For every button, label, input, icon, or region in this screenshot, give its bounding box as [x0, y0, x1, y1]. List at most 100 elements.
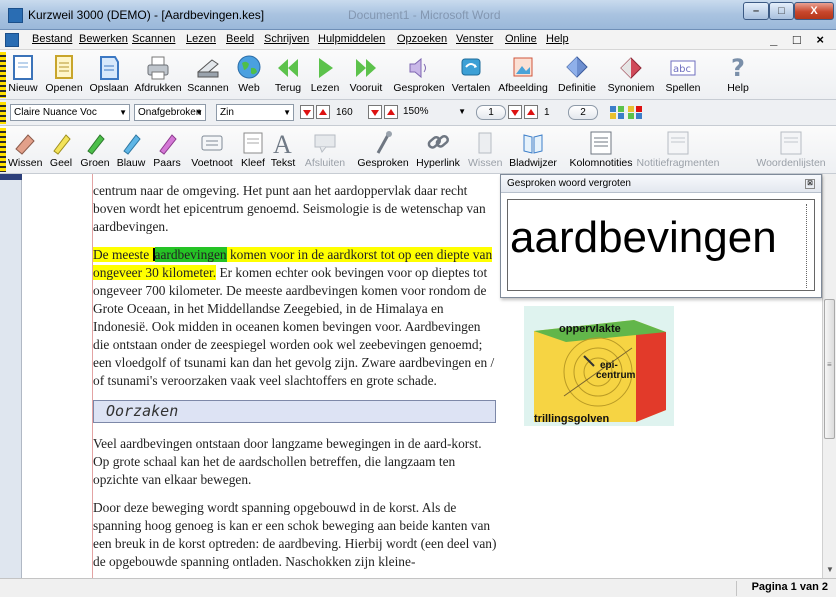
new-button[interactable]: Nieuw — [8, 52, 38, 98]
image-button[interactable]: Afbeelding — [496, 52, 550, 98]
purple-highlight-button[interactable]: Paars — [150, 127, 184, 173]
vertical-scrollbar[interactable]: ≡ ▼ — [822, 174, 836, 578]
menu-opzoeken[interactable]: Opzoeken — [397, 33, 447, 45]
close-note-button[interactable]: Afsluiten — [300, 127, 350, 173]
zoom-select[interactable]: 150% ▼ — [400, 104, 468, 121]
menu-bewerken[interactable]: Bewerken — [79, 33, 128, 45]
step-value: 1 — [544, 107, 550, 118]
menu-venster[interactable]: Venster — [456, 33, 493, 45]
bookmark-button[interactable]: Bladwijzer — [506, 127, 560, 173]
menu-scannen[interactable]: Scannen — [132, 33, 175, 45]
open-button[interactable]: Openen — [44, 52, 84, 98]
reading-unit-select[interactable]: Zin ▼ — [216, 104, 294, 121]
close-button[interactable]: X — [794, 2, 834, 20]
popup-close-button[interactable]: ⊠ — [805, 179, 815, 189]
text-note-button[interactable]: A Tekst — [268, 127, 298, 173]
paragraph: Veel aardbevingen ontstaan door langzame… — [93, 436, 482, 487]
reading-mode-select[interactable]: Onafgebroken ▼ — [134, 104, 206, 121]
popup-title: Gesproken woord vergroten — [501, 175, 821, 193]
paragraph: Door deze beweging wordt spanning opgebo… — [93, 500, 497, 569]
printer-icon — [147, 56, 169, 80]
clear-notes-button[interactable]: Wissen — [468, 127, 502, 173]
chevron-down-icon: ▼ — [458, 107, 466, 116]
reading-toolbar: Claire Nuance Voc ▼ Onafgebroken ▼ Zin ▼ 16… — [0, 100, 836, 126]
zoom-in-button[interactable] — [384, 105, 398, 119]
open-document-icon — [55, 55, 73, 79]
document-text[interactable]: centrum naar de omgeving. Het punt aan h… — [93, 182, 498, 581]
diagram-label-centrum: centrum — [596, 370, 636, 381]
eraser-icon — [15, 134, 35, 155]
maximize-button[interactable]: □ — [769, 2, 794, 20]
word-list-button[interactable]: Woordenlijsten — [756, 127, 826, 173]
document-icon[interactable] — [5, 33, 19, 47]
zoom-out-button[interactable] — [368, 105, 382, 119]
step-up-button[interactable] — [524, 105, 538, 119]
menu-schrijven[interactable]: Schrijven — [264, 33, 309, 45]
background-window-title: Document1 - Microsoft Word — [348, 8, 501, 22]
spell-button[interactable]: abc Spellen — [662, 52, 704, 98]
scroll-down-arrow[interactable]: ▼ — [826, 565, 834, 574]
menu-online[interactable]: Online — [505, 33, 537, 45]
menu-lezen[interactable]: Lezen — [186, 33, 216, 45]
minimize-button[interactable]: – — [743, 2, 769, 20]
sticky-note-button[interactable]: Kleef — [238, 127, 268, 173]
footnote-button[interactable]: Voetnoot — [188, 127, 236, 173]
title-bar: Kurzweil 3000 (DEMO) - [Aardbevingen.kes… — [0, 0, 836, 30]
green-highlight-button[interactable]: Groen — [78, 127, 112, 173]
scrollbar-thumb[interactable]: ≡ — [824, 299, 835, 439]
study-toolbar: Wissen Geel Groen Blauw Paars Voetnoot K… — [0, 126, 836, 174]
back-button[interactable]: Terug — [272, 52, 304, 98]
voice-select[interactable]: Claire Nuance Voc ▼ — [10, 104, 130, 121]
help-button[interactable]: ? Help — [724, 52, 752, 98]
column-notes-button[interactable]: Kolomnotities — [566, 127, 636, 173]
current-word-highlight: aardbevingen — [154, 247, 227, 262]
voice-note-icon — [376, 131, 392, 154]
hyperlink-button[interactable]: Hyperlink — [414, 127, 462, 173]
synonym-button[interactable]: Synoniem — [604, 52, 658, 98]
note-fragments-button[interactable]: Notitiefragmenten — [636, 127, 720, 173]
blue-highlight-button[interactable]: Blauw — [114, 127, 148, 173]
menu-bestand[interactable]: Bestand — [32, 33, 72, 45]
app-icon[interactable] — [8, 8, 23, 23]
step-field-1[interactable]: 1 — [476, 105, 506, 120]
chevron-down-icon: ▼ — [119, 108, 127, 117]
voice-note-button[interactable]: Gesproken — [356, 127, 410, 173]
erase-button[interactable]: Wissen — [8, 127, 42, 173]
menu-help[interactable]: Help — [546, 33, 569, 45]
speed-down-button[interactable] — [300, 105, 314, 119]
step-field-2[interactable]: 2 — [568, 105, 598, 120]
window-title: Kurzweil 3000 (DEMO) - [Aardbevingen.kes… — [28, 8, 265, 22]
chevron-down-icon: ▼ — [195, 108, 203, 117]
forward-button[interactable]: Vooruit — [346, 52, 386, 98]
save-button[interactable]: Opslaan — [88, 52, 130, 98]
enlarged-word-panel: aardbevingen — [507, 199, 815, 291]
layout-icon[interactable] — [610, 106, 624, 119]
menu-hulpmiddelen[interactable]: Hulpmiddelen — [318, 33, 385, 45]
spoken-button[interactable]: Gesproken — [392, 52, 446, 98]
scanner-icon — [197, 59, 219, 78]
earthquake-diagram[interactable]: oppervlakte epi- centrum trillingsgolven — [524, 306, 674, 426]
step-down-button[interactable] — [508, 105, 522, 119]
enlarged-word: aardbevingen — [510, 213, 777, 262]
web-button[interactable]: Web — [234, 52, 264, 98]
diagram-label-waves: trillingsgolven — [534, 413, 609, 425]
toolbar-grip[interactable] — [0, 52, 6, 98]
translate-button[interactable]: Vertalen — [448, 52, 494, 98]
toolbar-grip[interactable] — [0, 102, 6, 124]
left-margin-strip — [0, 174, 22, 578]
status-bar: Pagina 1 van 2 — [0, 578, 836, 597]
blue-highlighter-icon — [123, 134, 141, 155]
definition-button[interactable]: Definitie — [554, 52, 600, 98]
toolbar-grip[interactable] — [0, 128, 6, 172]
scan-button[interactable]: Scannen — [184, 52, 232, 98]
translate-icon — [461, 58, 481, 76]
popup-scrollbar[interactable] — [806, 204, 812, 288]
speed-up-button[interactable] — [316, 105, 330, 119]
color-scheme-icon[interactable] — [628, 106, 642, 119]
read-button[interactable]: Lezen — [308, 52, 342, 98]
sticky-note-icon — [243, 132, 263, 154]
mdi-window-controls[interactable]: _ □ × — [770, 32, 830, 47]
yellow-highlight-button[interactable]: Geel — [46, 127, 76, 173]
print-button[interactable]: Afdrukken — [134, 52, 182, 98]
menu-beeld[interactable]: Beeld — [226, 33, 254, 45]
